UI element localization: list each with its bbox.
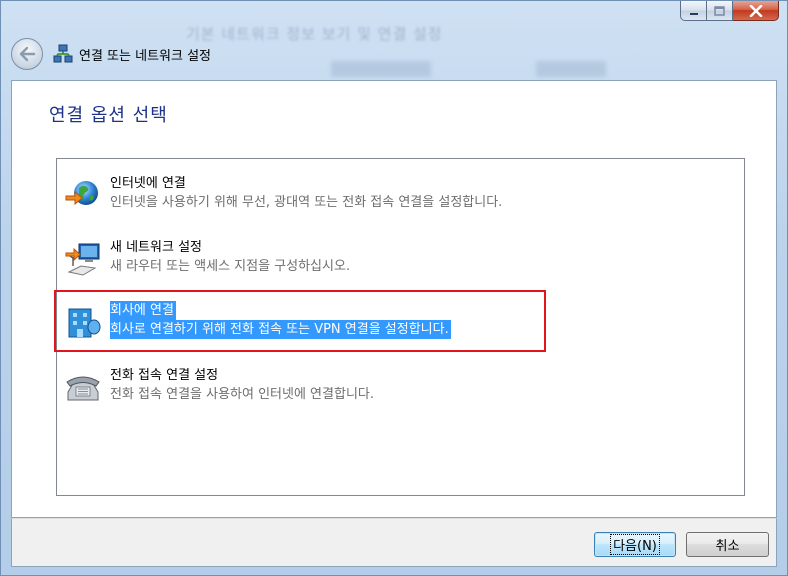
background-blur [331, 61, 431, 77]
option-title: 새 네트워크 설정 [110, 240, 202, 255]
page-title: 연결 옵션 선택 [49, 105, 168, 126]
caption-buttons [680, 1, 779, 21]
close-icon [749, 4, 762, 17]
minimize-icon [689, 12, 698, 15]
option-dialup[interactable]: 전화 접속 연결 설정 전화 접속 연결을 사용하여 인터넷에 연결합니다. [65, 366, 735, 406]
content-panel: 연결 옵션 선택 인터넷에 연결 인터넷을 사용하기 위해 무선, 광대역 또는… [11, 80, 777, 518]
maximize-button[interactable] [707, 1, 733, 21]
cancel-button[interactable]: 취소 [686, 532, 769, 557]
option-description: 전화 접속 연결을 사용하여 인터넷에 연결합니다. [110, 387, 374, 402]
dialup-phone-icon [66, 376, 100, 401]
network-setup-icon [65, 243, 100, 276]
option-title: 전화 접속 연결 설정 [110, 368, 219, 383]
back-button[interactable] [11, 38, 43, 70]
maximize-icon [714, 5, 725, 16]
dialog-title: 연결 또는 네트워크 설정 [79, 48, 211, 64]
option-title: 인터넷에 연결 [110, 176, 186, 191]
cancel-button-label: 취소 [715, 539, 740, 554]
next-button[interactable]: 다음(N) [594, 532, 676, 557]
option-new-network[interactable]: 새 네트워크 설정 새 라우터 또는 액세스 지점을 구성하십시오. [65, 238, 735, 278]
back-arrow-icon [19, 46, 36, 62]
option-description: 새 라우터 또는 액세스 지점을 구성하십시오. [110, 259, 351, 274]
close-button[interactable] [733, 1, 779, 21]
selection-highlight-frame [54, 290, 546, 352]
background-window-title: 기본 네트워크 정보 보기 및 연결 설정 [186, 25, 443, 43]
dialog-footer: 다음(N) 취소 [11, 518, 777, 567]
dialog-window: 기본 네트워크 정보 보기 및 연결 설정 연결 또는 네트워크 설정 연결 옵… [0, 0, 788, 576]
navigation-bar: 연결 또는 네트워크 설정 [11, 37, 211, 71]
option-description: 인터넷을 사용하기 위해 무선, 광대역 또는 전화 접속 연결을 설정합니다. [110, 195, 503, 210]
network-icon [53, 44, 73, 63]
globe-connect-icon [65, 181, 98, 206]
background-blur [536, 61, 606, 77]
option-connect-internet[interactable]: 인터넷에 연결 인터넷을 사용하기 위해 무선, 광대역 또는 전화 접속 연결… [65, 174, 735, 214]
minimize-button[interactable] [680, 1, 707, 21]
next-button-label: 다음(N) [610, 534, 660, 555]
